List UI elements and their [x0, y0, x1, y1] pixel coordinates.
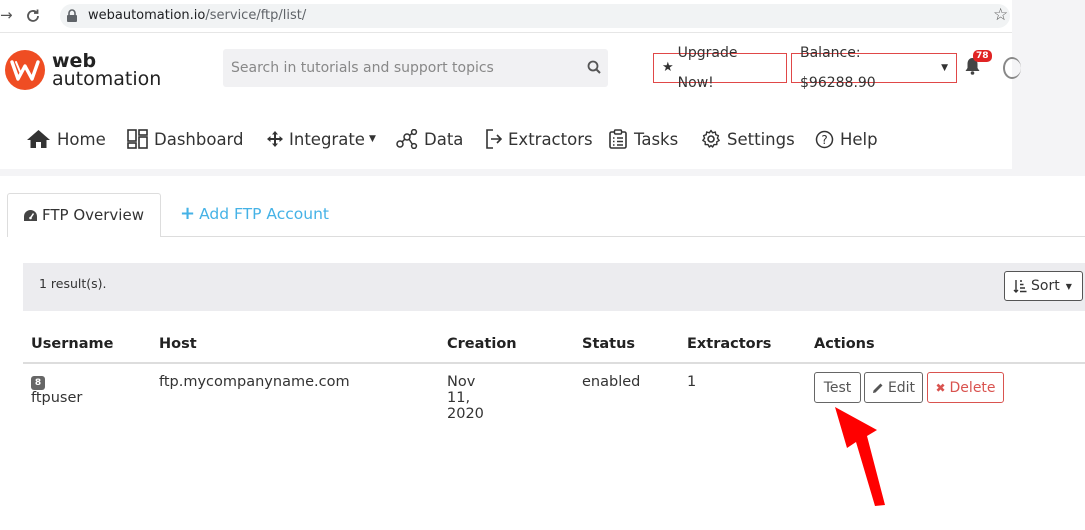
col-actions: Actions: [814, 336, 875, 352]
url-text: webautomation.io/service/ftp/list/: [88, 8, 307, 23]
forward-icon[interactable]: →: [0, 6, 13, 24]
notification-count-badge: 78: [973, 50, 992, 62]
cell-host: ftp.mycompanyname.com: [159, 374, 350, 390]
search-placeholder: Search in tutorials and support topics: [231, 60, 494, 76]
url-field[interactable]: webautomation.io/service/ftp/list/: [60, 4, 1010, 28]
edit-button[interactable]: Edit: [864, 372, 923, 403]
table-header-divider: [23, 362, 1085, 364]
dashboard-icon: [127, 129, 148, 149]
cell-creation: Nov 11, 2020: [447, 374, 484, 422]
results-count: 1 result(s).: [39, 276, 107, 291]
user-avatar[interactable]: [1003, 57, 1021, 79]
svg-text:?: ?: [821, 132, 827, 146]
lock-icon: [67, 9, 77, 22]
clipboard-list-icon: [609, 129, 627, 149]
move-arrows-icon: [267, 131, 283, 147]
main-navigation: Home Dashboard Integrate ▼ Data Extracto…: [0, 125, 1012, 165]
tachometer-icon: [24, 210, 37, 221]
col-status: Status: [582, 336, 636, 352]
tab-ftp-overview[interactable]: FTP Overview: [7, 193, 161, 237]
upgrade-button[interactable]: ★ Upgrade Now!: [653, 45, 787, 91]
bookmark-star-icon[interactable]: ☆: [993, 5, 1008, 25]
balance-dropdown[interactable]: Balance: $96288.90 ▼: [791, 45, 957, 91]
sort-button[interactable]: Sort ▼: [1004, 271, 1083, 301]
nav-extractors[interactable]: Extractors: [485, 125, 593, 153]
nav-settings[interactable]: Settings: [701, 125, 795, 153]
table-header: Username Host Creation Status Extractors…: [0, 326, 1085, 366]
annotation-arrow-icon: [835, 407, 885, 506]
nav-help[interactable]: ? Help: [815, 125, 878, 153]
tab-add-ftp-account[interactable]: + Add FTP Account: [180, 203, 329, 224]
results-bar: 1 result(s).: [23, 263, 1085, 311]
col-host: Host: [159, 336, 197, 352]
delete-button[interactable]: ✖ Delete: [927, 372, 1004, 403]
close-icon: ✖: [935, 380, 946, 395]
home-icon: [27, 130, 50, 148]
reload-icon[interactable]: [25, 8, 41, 24]
star-icon: ★: [662, 60, 674, 75]
browser-address-bar: → webautomation.io/service/ftp/list/ ☆: [0, 0, 1012, 33]
tabs-divider: [8, 236, 1085, 237]
nav-dashboard[interactable]: Dashboard: [127, 125, 244, 153]
cell-username: 8ftpuser: [31, 376, 83, 406]
cell-extractors: 1: [687, 374, 697, 390]
plus-icon: +: [180, 203, 196, 224]
col-extractors: Extractors: [687, 336, 772, 352]
web-automation-logo-icon: [5, 50, 45, 90]
caret-down-icon: ▼: [368, 134, 376, 144]
brand-line2: automation: [52, 68, 162, 90]
search-input[interactable]: Search in tutorials and support topics: [223, 49, 608, 87]
sign-out-icon: [486, 129, 502, 149]
nav-data[interactable]: Data: [396, 125, 463, 153]
pencil-icon: [872, 383, 883, 393]
col-username: Username: [31, 336, 114, 352]
cell-status: enabled: [582, 374, 641, 390]
site-header: web automation Search in tutorials and s…: [0, 33, 1021, 169]
sort-amount-icon: [1013, 280, 1027, 293]
gear-icon: [702, 129, 720, 148]
id-badge: 8: [31, 376, 45, 390]
test-button[interactable]: Test: [814, 372, 861, 403]
search-icon[interactable]: [587, 60, 601, 74]
share-nodes-icon: [396, 129, 418, 149]
col-creation: Creation: [447, 336, 517, 352]
nav-tasks[interactable]: Tasks: [608, 125, 678, 153]
nav-home[interactable]: Home: [26, 125, 106, 153]
nav-integrate[interactable]: Integrate ▼: [267, 125, 376, 153]
help-circle-icon: ?: [815, 130, 834, 148]
site-logo[interactable]: web automation: [4, 49, 161, 91]
caret-down-icon: ▼: [941, 63, 948, 73]
caret-down-icon: ▼: [1065, 281, 1072, 291]
